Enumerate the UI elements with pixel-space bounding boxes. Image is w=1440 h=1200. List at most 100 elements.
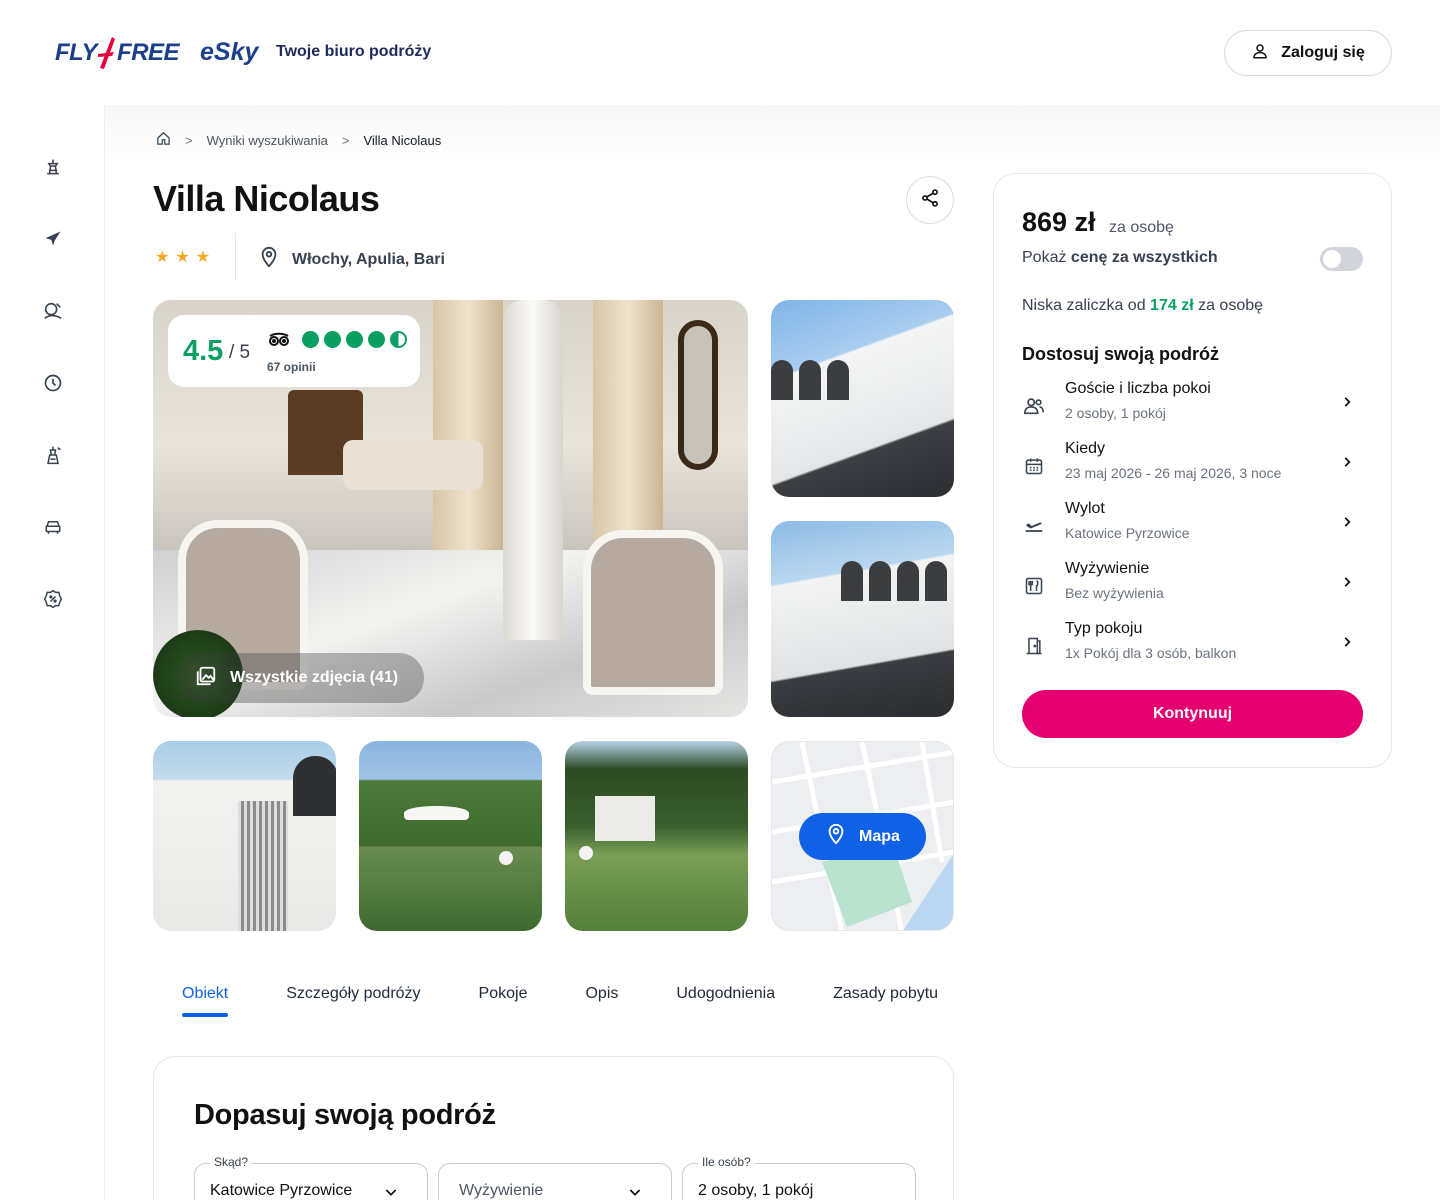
gallery-photo[interactable] <box>771 300 954 497</box>
promo-percent-icon[interactable] <box>41 587 65 611</box>
star-icon: ★ <box>195 249 211 266</box>
option-title: Wyżywienie <box>1065 560 1150 577</box>
option-title: Goście i liczba pokoi <box>1065 380 1211 397</box>
rating-bubble <box>324 331 341 348</box>
from-field-label: Skąd? <box>210 1155 253 1169</box>
guests-field[interactable]: Ile osób? 2 osoby, 1 pokój <box>682 1155 916 1200</box>
photo-arch <box>897 561 919 601</box>
photo-mirror <box>678 320 718 470</box>
photo-lamp <box>499 851 513 865</box>
tab-pokoje[interactable]: Pokoje <box>479 985 528 1017</box>
gallery-photo[interactable] <box>565 741 748 931</box>
esky-logo-text: eSky <box>200 38 259 66</box>
login-label: Zaloguj się <box>1281 44 1365 61</box>
tab-udogodnienia[interactable]: Udogodnienia <box>676 985 775 1017</box>
flyfree-logo-left: FLY <box>55 39 98 66</box>
show-total-price-label: Pokaż cenę za wszystkich <box>1022 249 1218 267</box>
show-total-bold: cenę za wszystkich <box>1070 249 1218 266</box>
price: 869 zł <box>1022 207 1096 237</box>
option-departure[interactable]: Wylot Katowice Pyrzowice <box>1022 500 1364 550</box>
option-subtitle: 23 maj 2026 - 26 maj 2026, 3 noce <box>1065 465 1282 481</box>
option-dates[interactable]: Kiedy 23 maj 2026 - 26 maj 2026, 3 noce <box>1022 440 1364 490</box>
gallery-photo[interactable] <box>153 741 336 931</box>
chevron-down-icon <box>383 1184 399 1200</box>
door-icon <box>1022 634 1046 658</box>
all-photos-button[interactable]: Wszystkie zdjęcia (41) <box>177 653 425 703</box>
price-panel: 869 zł za osobę Pokaż cenę za wszystkich… <box>993 173 1392 768</box>
clock-icon[interactable] <box>41 371 65 395</box>
flyfree-slash-icon <box>98 36 116 70</box>
calendar-icon <box>1022 454 1046 478</box>
last-minute-sun-icon[interactable] <box>41 299 65 323</box>
location-pin-icon <box>258 245 280 274</box>
opinions-count[interactable]: 67 opinii <box>267 360 316 374</box>
gallery-photo[interactable] <box>771 521 954 717</box>
toggle-knob <box>1323 250 1341 268</box>
breadcrumb-separator: > <box>341 132 350 148</box>
deposit-amount: 174 zł <box>1150 297 1194 314</box>
photo-arch <box>827 360 849 400</box>
esky-logo[interactable]: eSky <box>200 38 258 67</box>
option-subtitle: 2 osoby, 1 pokój <box>1065 405 1166 421</box>
deposit-info: Niska zaliczka od 174 zł za osobę <box>1022 297 1263 315</box>
section-tabs: Obiekt Szczegóły podróży Pokoje Opis Udo… <box>182 985 954 1025</box>
photo-arches <box>771 360 849 400</box>
chevron-right-icon <box>1340 515 1354 534</box>
rating-bubble <box>346 331 363 348</box>
guests-field-value: 2 osoby, 1 pokój <box>698 1182 814 1199</box>
photo-lamp <box>579 846 593 860</box>
user-icon <box>1251 42 1269 65</box>
total-price-toggle[interactable] <box>1320 247 1363 271</box>
option-title: Typ pokoju <box>1065 620 1143 637</box>
tab-zasady-pobytu[interactable]: Zasady pobytu <box>833 985 938 1017</box>
sidebar <box>0 105 105 1200</box>
share-icon <box>920 188 940 213</box>
location-text: Włochy, Apulia, Bari <box>292 250 445 268</box>
chevron-right-icon <box>1340 455 1354 474</box>
chevron-right-icon <box>1340 635 1354 654</box>
option-meal[interactable]: Wyżywienie Bez wyżywienia <box>1022 560 1364 610</box>
photo-arch <box>925 561 947 601</box>
map-button[interactable]: Mapa <box>799 813 926 860</box>
breadcrumb-current: Villa Nicolaus <box>363 132 442 148</box>
photo-arches <box>841 561 947 601</box>
city-break-icon[interactable] <box>41 443 65 467</box>
home-icon[interactable] <box>156 131 171 149</box>
rating-box[interactable]: 4.5 / 5 67 opinii <box>168 315 420 387</box>
meal-field[interactable]: Wyżywienie <box>438 1163 672 1200</box>
photo-arch <box>841 561 863 601</box>
deposit-prefix: Niska zaliczka od <box>1022 297 1151 314</box>
chevron-right-icon <box>1340 395 1354 414</box>
star-rating: ★ ★ ★ <box>155 247 210 267</box>
tripadvisor-bubbles <box>302 331 407 348</box>
guests-icon <box>1022 394 1046 418</box>
guests-field-label: Ile osób? <box>698 1155 755 1169</box>
photo-curtain <box>593 300 663 560</box>
tab-obiekt[interactable]: Obiekt <box>182 985 229 1017</box>
from-field[interactable]: Skąd? Katowice Pyrzowice <box>194 1155 428 1200</box>
rating-out-of: / 5 <box>229 342 251 363</box>
share-button[interactable] <box>906 176 954 224</box>
tab-opis[interactable]: Opis <box>585 985 618 1017</box>
meal-field-placeholder: Wyżywienie <box>459 1182 544 1199</box>
all-photos-label: Wszystkie zdjęcia (41) <box>230 669 399 686</box>
plane-icon[interactable] <box>41 227 65 251</box>
gallery-photo[interactable] <box>359 741 542 931</box>
breadcrumb-search-results[interactable]: Wyniki wyszukiwania <box>207 133 328 148</box>
beach-holiday-icon[interactable] <box>41 155 65 179</box>
option-title: Wylot <box>1065 500 1105 517</box>
car-icon[interactable] <box>41 515 65 539</box>
continue-button[interactable]: Kontynuuj <box>1022 690 1363 738</box>
tab-szczegoly-podrozy[interactable]: Szczegóły podróży <box>286 985 420 1017</box>
login-button[interactable]: Zaloguj się <box>1224 30 1392 76</box>
flyfree-logo[interactable]: FLY FREE <box>55 36 180 70</box>
adjust-trip-title: Dostosuj swoją podróż <box>1022 344 1220 364</box>
option-room-type[interactable]: Typ pokoju 1x Pokój dla 3 osób, balkon <box>1022 620 1364 670</box>
photo-sofa <box>343 440 483 490</box>
option-subtitle: 1x Pokój dla 3 osób, balkon <box>1065 645 1237 661</box>
option-subtitle: Bez wyżywienia <box>1065 585 1164 601</box>
chevron-down-icon <box>627 1184 643 1200</box>
photo-arch <box>293 756 336 816</box>
option-guests[interactable]: Goście i liczba pokoi 2 osoby, 1 pokój <box>1022 380 1364 430</box>
header: FLY FREE eSky Twoje biuro podróży Zalogu… <box>0 0 1440 105</box>
